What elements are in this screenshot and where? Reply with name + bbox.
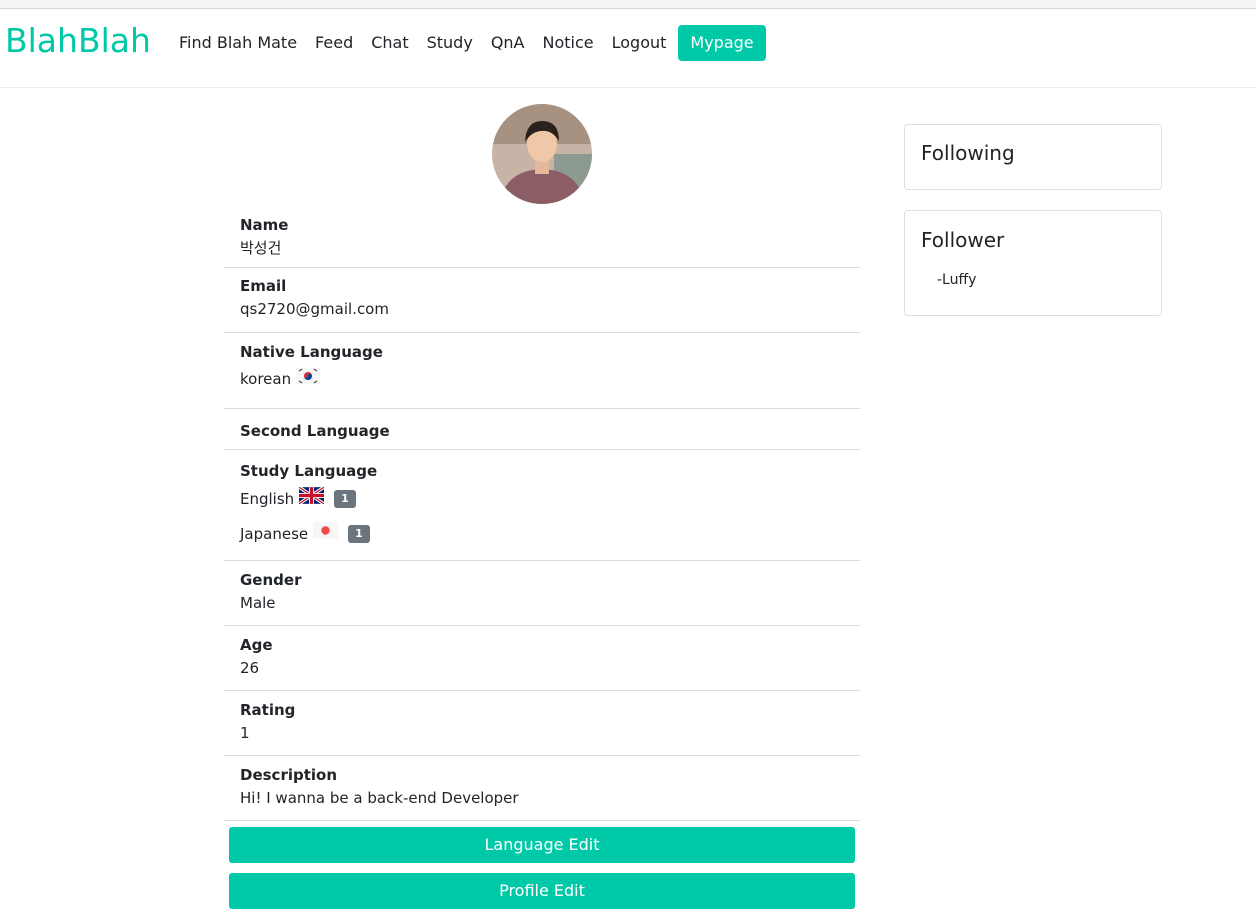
- description-value: Hi! I wanna be a back-end Developer: [240, 789, 519, 807]
- native-language-label: Native Language: [240, 343, 383, 361]
- following-title: Following: [921, 141, 1015, 165]
- nav-mypage[interactable]: Mypage: [678, 25, 766, 61]
- navbar: BlahBlah Find Blah Mate Feed Chat Study …: [0, 9, 1256, 88]
- nav-feed[interactable]: Feed: [306, 25, 362, 61]
- brand-logo[interactable]: BlahBlah: [5, 21, 151, 60]
- age-row: Age 26: [224, 626, 860, 691]
- language-edit-button[interactable]: Language Edit: [229, 827, 855, 863]
- study-language-name: English: [240, 490, 295, 508]
- email-row: Email qs2720@gmail.com: [224, 268, 860, 333]
- nav-logout[interactable]: Logout: [603, 25, 676, 61]
- japan-flag-icon: [313, 522, 339, 546]
- level-badge: 1: [348, 525, 370, 543]
- nav-find-blah-mate[interactable]: Find Blah Mate: [170, 25, 306, 61]
- browser-top-strip: [0, 0, 1256, 9]
- email-value: qs2720@gmail.com: [240, 300, 389, 318]
- study-language-label: Study Language: [240, 462, 378, 480]
- native-language-row: Native Language korean: [224, 333, 860, 409]
- profile-table: Name 박성건 Email qs2720@gmail.com Native L…: [224, 209, 860, 821]
- native-language-value: korean: [240, 370, 292, 388]
- description-row: Description Hi! I wanna be a back-end De…: [224, 756, 860, 821]
- second-language-row: Second Language: [224, 409, 860, 450]
- nav-study[interactable]: Study: [418, 25, 482, 61]
- rating-row: Rating 1: [224, 691, 860, 756]
- study-language-row: Study Language English 1 Japanese 1: [224, 450, 860, 561]
- following-card: Following: [904, 124, 1162, 190]
- study-language-item: English 1: [240, 485, 844, 511]
- native-language-value-line: korean: [240, 367, 844, 391]
- study-language-item: Japanese 1: [240, 522, 844, 546]
- age-label: Age: [240, 636, 273, 654]
- gender-value: Male: [240, 594, 276, 612]
- level-badge: 1: [334, 490, 356, 508]
- name-label: Name: [240, 216, 289, 234]
- age-value: 26: [240, 659, 260, 677]
- follower-card: Follower -Luffy: [904, 210, 1162, 316]
- korea-flag-icon: [296, 367, 321, 391]
- second-language-label: Second Language: [240, 422, 390, 440]
- study-language-name: Japanese: [240, 525, 309, 543]
- name-value: 박성건: [240, 239, 282, 257]
- gender-label: Gender: [240, 571, 302, 589]
- avatar: [492, 104, 592, 204]
- nav-menu: Find Blah Mate Feed Chat Study QnA Notic…: [170, 25, 766, 61]
- nav-notice[interactable]: Notice: [534, 25, 603, 61]
- profile-edit-button[interactable]: Profile Edit: [229, 873, 855, 909]
- gender-row: Gender Male: [224, 561, 860, 626]
- follower-title: Follower: [921, 228, 1005, 252]
- follower-item[interactable]: -Luffy: [937, 272, 976, 288]
- nav-chat[interactable]: Chat: [362, 25, 417, 61]
- rating-label: Rating: [240, 701, 296, 719]
- name-row: Name 박성건: [224, 209, 860, 268]
- uk-flag-icon: [298, 485, 326, 511]
- nav-qna[interactable]: QnA: [482, 25, 534, 61]
- rating-value: 1: [240, 724, 250, 742]
- description-label: Description: [240, 766, 338, 784]
- email-label: Email: [240, 277, 287, 295]
